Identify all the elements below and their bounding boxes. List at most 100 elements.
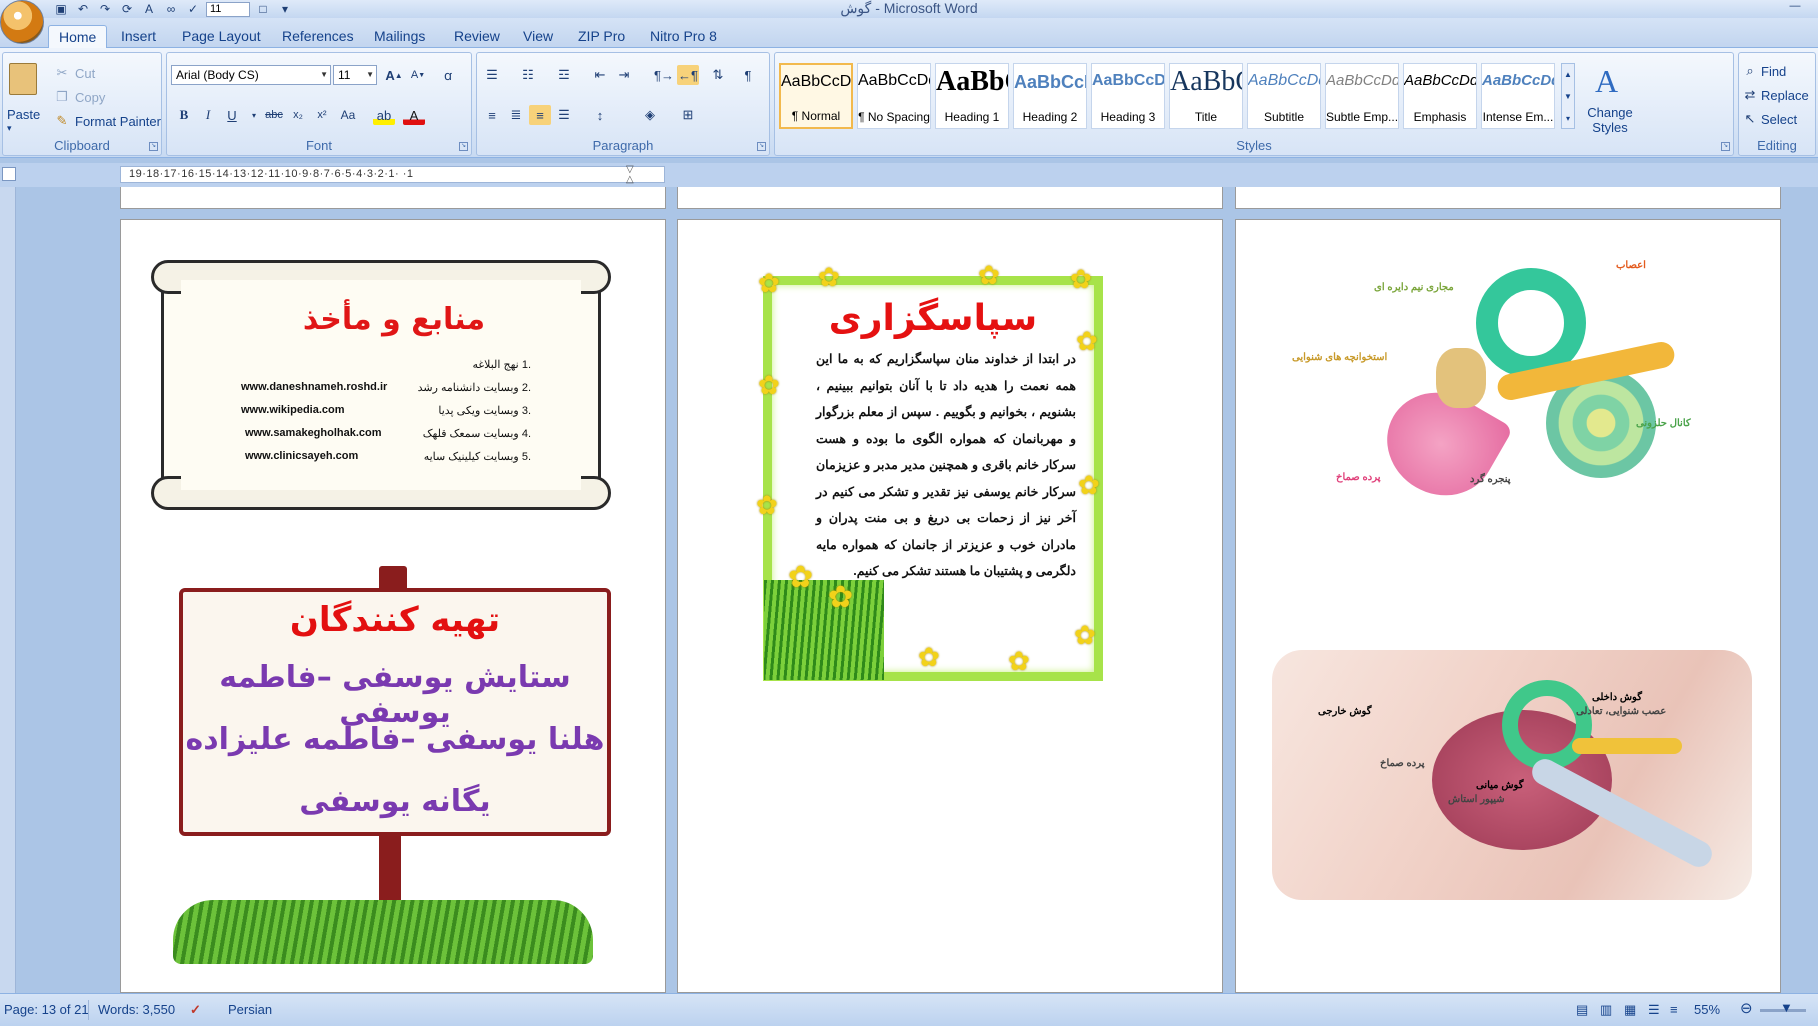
clear-formatting-icon[interactable]: ꭤ: [437, 65, 459, 85]
align-center-icon[interactable]: ≣: [505, 105, 527, 125]
source-url-5[interactable]: www.clinicsayeh.com: [245, 450, 358, 462]
cut-button[interactable]: Cut: [75, 66, 95, 81]
indent-marker[interactable]: ▽ △: [626, 165, 636, 185]
subscript-icon[interactable]: x₂: [287, 105, 309, 125]
full-screen-reading-icon[interactable]: ▥: [1600, 1002, 1612, 1018]
tab-nitro-pro[interactable]: Nitro Pro 8: [640, 25, 727, 48]
grow-font-icon[interactable]: A ▲: [383, 65, 405, 85]
style-heading-3[interactable]: AaBbCcDdEe Heading 3: [1091, 63, 1165, 129]
font-launcher-icon[interactable]: ↘: [459, 142, 468, 151]
paragraph-launcher-icon[interactable]: ↘: [757, 142, 766, 151]
paragraph-label: Paragraph: [592, 138, 654, 153]
bullets-icon[interactable]: ☰: [481, 65, 503, 85]
copy-button[interactable]: Copy: [75, 90, 105, 105]
align-left-icon[interactable]: ≡: [481, 105, 503, 125]
source-item-4: .4 وبسایت سمعک قلهک: [381, 427, 531, 440]
flower-icon: ✿: [756, 490, 778, 520]
clipboard-label: Clipboard: [54, 138, 110, 153]
rtl-icon[interactable]: ←¶: [677, 65, 699, 85]
tab-insert[interactable]: Insert: [111, 25, 166, 48]
strikethrough-icon[interactable]: abc: [263, 105, 285, 125]
select-button[interactable]: Select: [1761, 112, 1797, 127]
language-indicator[interactable]: Persian: [228, 1002, 272, 1017]
ear-label: استخوانچه های شنوایی: [1292, 352, 1388, 363]
borders-icon[interactable]: ⊞: [677, 105, 699, 125]
styles-gallery-scroll[interactable]: ▲ ▼ ▾: [1561, 63, 1575, 129]
tab-review[interactable]: Review: [444, 25, 510, 48]
style-heading-2[interactable]: AaBbCcDdEe Heading 2: [1013, 63, 1087, 129]
outline-view-icon[interactable]: ☰: [1648, 1002, 1660, 1018]
tab-view[interactable]: View: [513, 25, 563, 48]
vertical-ruler[interactable]: [0, 187, 16, 993]
page-thanks[interactable]: ✿ ✿ ✿ ✿ ✿ ✿ ✿ ✿ ✿ ✿ ✿ ✿ ✿ سپاسگزاری در ا…: [677, 219, 1223, 993]
show-formatting-icon[interactable]: ¶: [737, 65, 759, 85]
style-no-spacing[interactable]: AaBbCcDdEe ¶ No Spacing: [857, 63, 931, 129]
format-painter-button[interactable]: Format Painter: [75, 114, 161, 129]
source-url-3[interactable]: www.wikipedia.com: [241, 404, 345, 416]
style-title[interactable]: AaBbCcDdEe Title: [1169, 63, 1243, 129]
paste-button[interactable]: Paste: [7, 107, 40, 122]
style-normal[interactable]: AaBbCcDdEe ¶ Normal: [779, 63, 853, 129]
style-intense-emphasis[interactable]: AaBbCcDdEe Intense Em...: [1481, 63, 1555, 129]
replace-button[interactable]: Replace: [1761, 88, 1809, 103]
bold-icon[interactable]: B: [173, 105, 195, 125]
font-name-combo[interactable]: Arial (Body CS) ▼: [171, 65, 331, 85]
decrease-indent-icon[interactable]: ⇤: [589, 65, 611, 85]
italic-icon[interactable]: I: [197, 105, 219, 125]
page-sources-authors[interactable]: منابع و مأخذ .1 نهج البلاغه www.daneshna…: [120, 219, 666, 993]
sort-icon[interactable]: ⇅: [707, 65, 729, 85]
align-right-icon[interactable]: ≡: [529, 105, 551, 125]
ltr-icon[interactable]: ¶→: [653, 65, 675, 85]
shading-icon[interactable]: ◈: [639, 105, 661, 125]
source-url-2[interactable]: www.daneshnameh.roshd.ir: [241, 381, 387, 393]
sources-title: منابع و مأخذ: [302, 302, 486, 337]
tab-page-layout[interactable]: Page Layout: [172, 25, 271, 48]
page-counter[interactable]: Page: 13 of 21: [4, 1002, 89, 1017]
source-num: .1: [521, 359, 531, 371]
highlight-icon[interactable]: ab: [373, 105, 395, 125]
paste-dropdown-icon[interactable]: ▾: [7, 123, 12, 134]
underline-icon[interactable]: U: [221, 105, 243, 125]
zoom-level[interactable]: 55%: [1694, 1002, 1720, 1017]
change-styles-icon[interactable]: A: [1595, 63, 1618, 100]
clipboard-launcher-icon[interactable]: ↘: [149, 142, 158, 151]
multilevel-list-icon[interactable]: ☲: [553, 65, 575, 85]
tab-zip-pro[interactable]: ZIP Pro: [568, 25, 635, 48]
justify-icon[interactable]: ☰: [553, 105, 575, 125]
horizontal-ruler[interactable]: 19·18·17·16·15·14·13·12·11·10·9·8·7·6·5·…: [120, 166, 665, 183]
tab-mailings[interactable]: Mailings: [364, 25, 435, 48]
font-size-combo[interactable]: 11 ▼: [333, 65, 377, 85]
proofing-icon[interactable]: ✓: [190, 1002, 201, 1018]
find-button[interactable]: Find: [1761, 64, 1786, 79]
zoom-slider-thumb[interactable]: ▼: [1780, 1000, 1793, 1015]
web-layout-icon[interactable]: ▦: [1624, 1002, 1636, 1018]
change-case-icon[interactable]: Aa: [337, 105, 359, 125]
styles-launcher-icon[interactable]: ↘: [1721, 142, 1730, 151]
tab-references[interactable]: References: [272, 25, 364, 48]
style-subtle-emphasis[interactable]: AaBbCcDdEe Subtle Emp...: [1325, 63, 1399, 129]
superscript-icon[interactable]: x²: [311, 105, 333, 125]
numbering-icon[interactable]: ☷: [517, 65, 539, 85]
style-heading-1[interactable]: AaBbCc Heading 1: [935, 63, 1009, 129]
word-count[interactable]: Words: 3,550: [98, 1002, 175, 1017]
source-url-4[interactable]: www.samakegholhak.com: [245, 427, 382, 439]
office-button[interactable]: [0, 0, 44, 44]
style-subtitle[interactable]: AaBbCcDdEe Subtitle: [1247, 63, 1321, 129]
style-emphasis[interactable]: AaBbCcDdEe Emphasis: [1403, 63, 1477, 129]
change-styles-button[interactable]: Change Styles: [1581, 105, 1639, 135]
tab-selector[interactable]: [2, 167, 16, 181]
paste-icon[interactable]: [9, 63, 37, 95]
font-color-icon[interactable]: A: [403, 105, 425, 125]
flower-icon: ✿: [758, 370, 780, 400]
increase-indent-icon[interactable]: ⇥: [613, 65, 635, 85]
style-name: Title: [1194, 110, 1218, 124]
print-layout-icon[interactable]: ▤: [1576, 1002, 1588, 1018]
tab-home[interactable]: Home: [48, 25, 108, 48]
minimize-icon[interactable]: —: [1782, 0, 1808, 14]
shrink-font-icon[interactable]: A ▼: [407, 65, 429, 85]
underline-dropdown-icon[interactable]: ▾: [243, 105, 265, 125]
line-spacing-icon[interactable]: ↕: [589, 105, 611, 125]
page-ear-diagrams[interactable]: اعصاب مجاری نیم دایره ای استخوانچه های ش…: [1235, 219, 1781, 993]
draft-view-icon[interactable]: ≡: [1670, 1002, 1678, 1017]
zoom-out-icon[interactable]: ⊖: [1740, 999, 1753, 1017]
